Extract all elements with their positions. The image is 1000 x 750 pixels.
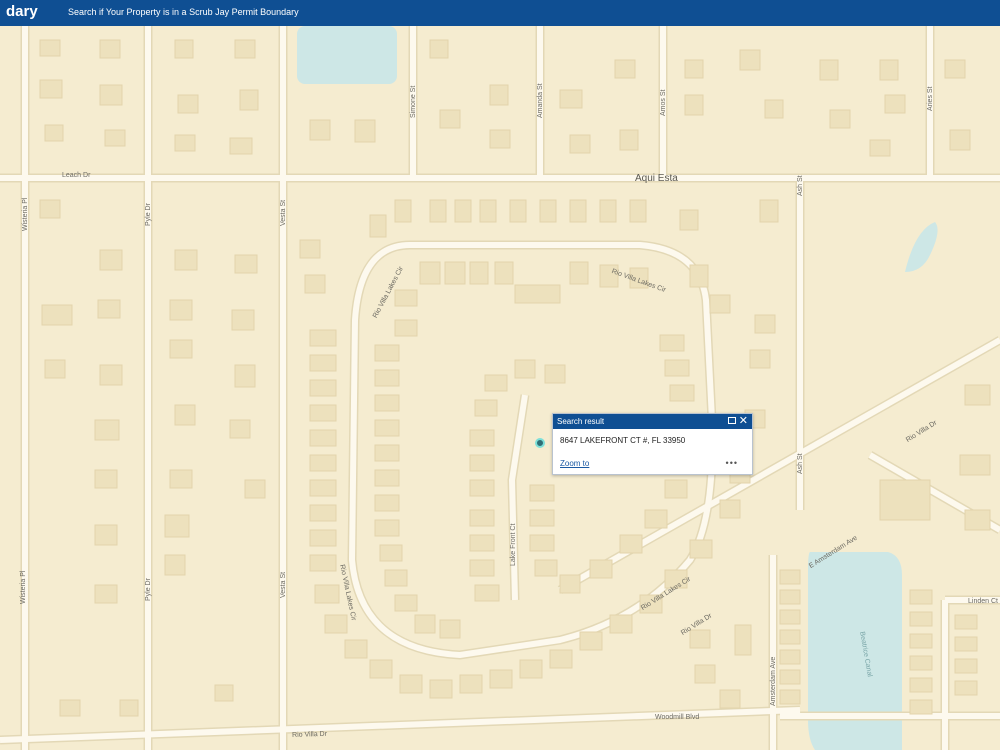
street-label-amsterdam-ave: Amsterdam Ave: [770, 656, 777, 706]
street-label-aqui-esta: Aqui Esta: [635, 173, 678, 184]
street-label-amos-st: Amos St: [660, 89, 667, 116]
app-title: dary: [6, 3, 38, 20]
pond-north: [297, 26, 397, 84]
street-label-vesta-st-2: Vesta St: [280, 571, 287, 598]
street-label-pyle-dr: Pyle Dr: [145, 203, 152, 226]
pond-east: [905, 222, 938, 272]
street-label-ash-st: Ash St: [797, 175, 804, 196]
street-label-vesta-st: Vesta St: [280, 199, 287, 226]
street-label-woodmill-blvd: Woodmill Blvd: [655, 714, 700, 721]
popup-address: 8647 LAKEFRONT CT #, FL 33950: [560, 436, 686, 445]
street-label-pyle-dr-2: Pyle Dr: [145, 578, 152, 601]
zoom-to-link[interactable]: Zoom to: [560, 459, 589, 468]
app-header: dary Search if Your Property is in a Scr…: [0, 0, 1000, 26]
location-pin-icon[interactable]: [535, 438, 545, 448]
maximize-icon[interactable]: [728, 417, 736, 424]
street-label-lake-front-ct: Lake Front Ct: [510, 523, 517, 566]
basemap: [0, 26, 1000, 750]
map-view[interactable]: Leach Dr Aqui Esta Wisteria Pl Wisteria …: [0, 26, 1000, 750]
popup-title: Search result: [557, 417, 605, 426]
more-options-icon[interactable]: •••: [726, 458, 738, 468]
street-label-aries-st: Aries St: [927, 86, 934, 111]
search-result-popup: Search result ✕ 8647 LAKEFRONT CT #, FL …: [552, 413, 753, 475]
street-label-wisteria-pl: Wisteria Pl: [22, 197, 29, 231]
street-label-linden-ct: Linden Ct: [968, 598, 998, 605]
popup-header: Search result ✕: [553, 414, 752, 429]
street-label-ash-st-2: Ash St: [797, 453, 804, 474]
close-icon[interactable]: ✕: [739, 415, 748, 427]
street-label-amanda-st: Amanda St: [537, 83, 544, 118]
street-label-simone-st: Simone St: [410, 85, 417, 118]
app-subtitle: Search if Your Property is in a Scrub Ja…: [68, 7, 299, 17]
street-label-rio-villa-dr-3: Rio Villa Dr: [292, 730, 328, 739]
street-label-leach-dr: Leach Dr: [62, 172, 91, 179]
street-label-wisteria-pl-2: Wisteria Pl: [20, 570, 27, 604]
